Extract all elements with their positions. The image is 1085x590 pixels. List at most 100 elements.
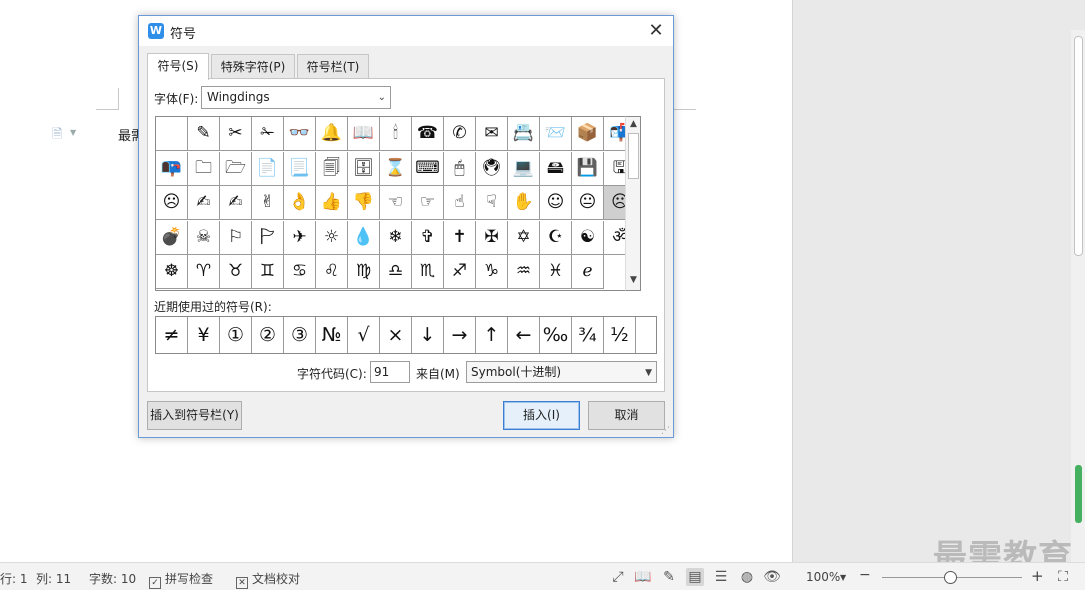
symbol-cell[interactable]: ♌ bbox=[316, 255, 348, 290]
symbol-cell[interactable]: ☞ bbox=[412, 186, 444, 221]
fullscreen-icon[interactable]: ⤢ bbox=[609, 568, 627, 586]
insert-to-symbol-bar-button[interactable]: 插入到符号栏(Y) bbox=[147, 401, 242, 430]
status-word-count[interactable]: 字数: 10 bbox=[89, 570, 136, 587]
symbol-cell[interactable]: 🗁 bbox=[220, 151, 252, 186]
symbol-cell[interactable]: ⌨ bbox=[412, 151, 444, 186]
recent-symbol-cell[interactable]: ↑ bbox=[476, 317, 508, 353]
symbol-cell[interactable]: ☎ bbox=[412, 117, 444, 151]
symbol-cell[interactable]: 💾 bbox=[572, 151, 604, 186]
symbol-cell[interactable]: ♑ bbox=[476, 255, 508, 290]
symbol-cell[interactable]: ✍ bbox=[220, 186, 252, 221]
scrollbar-thumb[interactable] bbox=[628, 133, 639, 179]
recent-symbol-cell[interactable]: ① bbox=[220, 317, 252, 353]
fit-page-icon[interactable]: ⛶ bbox=[1054, 568, 1072, 586]
zoom-slider-handle[interactable] bbox=[944, 571, 957, 584]
symbol-cell[interactable]: ☟ bbox=[476, 186, 508, 221]
symbol-cell[interactable]: ✠ bbox=[476, 220, 508, 255]
symbol-cell[interactable]: ☸ bbox=[156, 255, 188, 290]
from-select[interactable]: Symbol(十进制) ▼ bbox=[466, 361, 657, 383]
scrollbar-thumb[interactable] bbox=[1074, 36, 1083, 256]
recent-symbol-cell[interactable]: ≠ bbox=[156, 317, 188, 353]
symbol-cell[interactable]: 🖴 bbox=[540, 151, 572, 186]
doc-proof-button[interactable]: ✕ 文档校对 bbox=[236, 570, 300, 589]
symbol-cell[interactable]: 💻 bbox=[508, 151, 540, 186]
symbol-cell[interactable]: 👓 bbox=[284, 117, 316, 151]
symbol-cell[interactable]: ♏ bbox=[412, 255, 444, 290]
scroll-up-icon[interactable]: ▲ bbox=[627, 119, 640, 131]
symbol-cell[interactable]: ✞ bbox=[412, 220, 444, 255]
symbol-cell[interactable]: ✌ bbox=[252, 186, 284, 221]
symbol-cell[interactable]: 👎 bbox=[348, 186, 380, 221]
symbol-cell[interactable]: ☼ bbox=[316, 220, 348, 255]
symbol-cell[interactable] bbox=[156, 117, 188, 151]
document-icon[interactable]: 🗎 bbox=[52, 125, 66, 142]
zoom-out-button[interactable]: − bbox=[859, 567, 871, 583]
symbol-cell[interactable]: 📦 bbox=[572, 117, 604, 151]
symbol-cell[interactable]: ♉ bbox=[220, 255, 252, 290]
symbol-cell[interactable]: 👍 bbox=[316, 186, 348, 221]
insert-button[interactable]: 插入(I) bbox=[503, 401, 580, 430]
symbol-cell[interactable]: 🏱 bbox=[252, 220, 284, 255]
symbol-cell[interactable]: ♒ bbox=[508, 255, 540, 290]
symbol-cell[interactable]: ☪ bbox=[540, 220, 572, 255]
symbol-cell[interactable]: ✍ bbox=[188, 186, 220, 221]
vertical-scrollbar[interactable] bbox=[1071, 30, 1085, 562]
symbol-grid-scrollbar[interactable]: ▲ ▼ bbox=[625, 116, 641, 291]
recent-symbol-cell[interactable]: ③ bbox=[284, 317, 316, 353]
dialog-titlebar[interactable]: W 符号 ✕ bbox=[139, 16, 673, 46]
symbol-cell[interactable]: ❄ bbox=[380, 220, 412, 255]
recent-symbol-cell[interactable]: ② bbox=[252, 317, 284, 353]
symbol-cell[interactable]: 💧 bbox=[348, 220, 380, 255]
eye-protection-icon[interactable]: 👁 bbox=[763, 568, 781, 586]
symbol-cell[interactable]: 📖 bbox=[348, 117, 380, 151]
web-view-icon[interactable]: ◍ bbox=[738, 568, 756, 586]
recent-symbol-cell[interactable]: ¥ bbox=[188, 317, 220, 353]
cancel-button[interactable]: 取消 bbox=[588, 401, 665, 430]
recent-symbol-cell[interactable]: ← bbox=[508, 317, 540, 353]
symbol-cell[interactable]: ♊ bbox=[252, 255, 284, 290]
symbol-cell[interactable]: ✈ bbox=[284, 220, 316, 255]
symbol-cell[interactable]: 🔔 bbox=[316, 117, 348, 151]
chevron-down-icon[interactable]: ▼ bbox=[70, 128, 76, 137]
page-view-icon[interactable]: ▤ bbox=[686, 568, 704, 586]
spell-check-button[interactable]: ✓ 拼写检查 bbox=[149, 570, 213, 589]
font-select[interactable]: Wingdings ⌄ bbox=[201, 86, 391, 109]
symbol-cell[interactable]: ♎ bbox=[380, 255, 412, 290]
symbol-cell[interactable]: ♐ bbox=[444, 255, 476, 290]
symbol-cell[interactable]: 📃 bbox=[284, 151, 316, 186]
symbol-cell[interactable]: ℯ bbox=[572, 255, 604, 290]
symbol-cell[interactable]: ✂ bbox=[220, 117, 252, 151]
char-code-input[interactable]: 91 bbox=[370, 361, 410, 383]
symbol-cell[interactable]: ⌛ bbox=[380, 151, 412, 186]
zoom-in-button[interactable]: + bbox=[1031, 567, 1044, 585]
recent-symbol-cell[interactable]: № bbox=[316, 317, 348, 353]
symbol-cell[interactable]: ♈ bbox=[188, 255, 220, 290]
symbol-cell[interactable]: ☝ bbox=[444, 186, 476, 221]
zoom-level[interactable]: 100% bbox=[806, 570, 840, 584]
symbol-cell[interactable]: ☠ bbox=[188, 220, 220, 255]
symbol-cell[interactable]: 🖲 bbox=[476, 151, 508, 186]
symbol-cell[interactable]: ✁ bbox=[252, 117, 284, 151]
symbol-cell[interactable]: 📄 bbox=[252, 151, 284, 186]
symbol-cell[interactable]: ♍ bbox=[348, 255, 380, 290]
recent-symbol-cell[interactable]: → bbox=[444, 317, 476, 353]
symbol-cell[interactable]: 🗀 bbox=[188, 151, 220, 186]
outline-view-icon[interactable]: ☰ bbox=[712, 568, 730, 586]
pen-icon[interactable]: ✎ bbox=[660, 568, 678, 586]
symbol-cell[interactable]: 📨 bbox=[540, 117, 572, 151]
chevron-down-icon[interactable]: ▼ bbox=[840, 573, 846, 582]
symbol-cell[interactable]: ☜ bbox=[380, 186, 412, 221]
symbol-cell[interactable]: ♋ bbox=[284, 255, 316, 290]
symbol-cell[interactable]: 🗄 bbox=[348, 151, 380, 186]
symbol-cell[interactable]: 📇 bbox=[508, 117, 540, 151]
symbol-cell[interactable]: ☹ bbox=[156, 186, 188, 221]
symbol-cell[interactable]: ✋ bbox=[508, 186, 540, 221]
symbol-cell[interactable]: ✉ bbox=[476, 117, 508, 151]
recent-symbol-cell[interactable]: ½ bbox=[604, 317, 636, 353]
recent-symbol-cell[interactable]: ‰ bbox=[540, 317, 572, 353]
symbol-cell[interactable]: 📭 bbox=[156, 151, 188, 186]
symbol-cell[interactable]: 😐 bbox=[572, 186, 604, 221]
symbol-cell[interactable]: 🗐 bbox=[316, 151, 348, 186]
symbol-cell[interactable]: 🖱 bbox=[444, 151, 476, 186]
scroll-down-icon[interactable]: ▼ bbox=[627, 275, 640, 287]
